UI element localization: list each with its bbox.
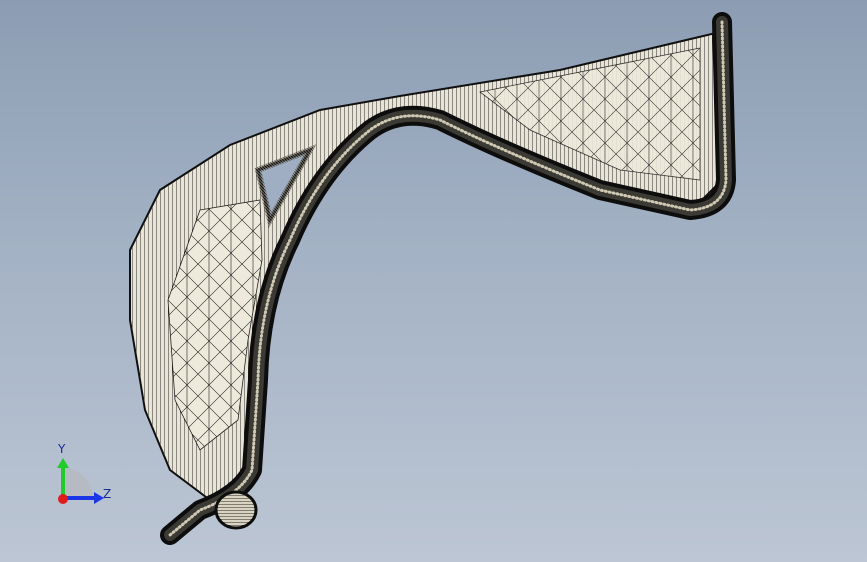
x-axis-dot: [58, 494, 68, 504]
y-axis-label: Y: [58, 442, 66, 456]
3d-viewport[interactable]: Y Z: [0, 0, 867, 562]
z-axis-label: Z: [103, 487, 112, 501]
axis-triad: [57, 458, 104, 504]
